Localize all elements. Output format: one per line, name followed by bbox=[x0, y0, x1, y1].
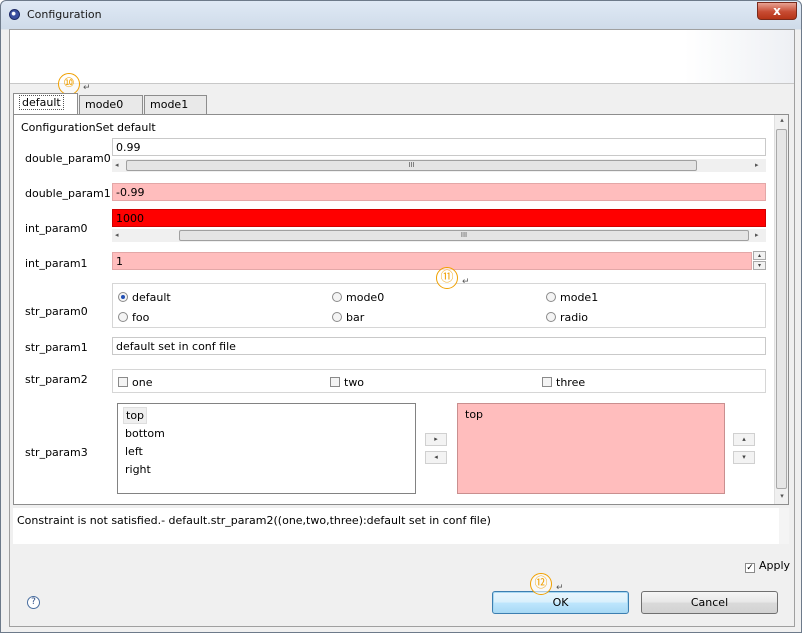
configuration-dialog: Configuration x ⑩ ↵ default mode0 mode1 … bbox=[0, 0, 802, 633]
parameter-panel: ConfigurationSet : default double_param0… bbox=[13, 114, 789, 505]
callout-11: ⑪ bbox=[436, 267, 458, 289]
scroll-left-icon[interactable]: ◂ bbox=[115, 159, 119, 172]
checkbox-icon bbox=[542, 377, 552, 387]
checkbox-three[interactable]: three bbox=[542, 376, 585, 389]
radio-radio[interactable]: radio bbox=[546, 311, 588, 324]
list-item[interactable]: top bbox=[123, 407, 148, 424]
int-param1-field[interactable]: 1 bbox=[112, 252, 752, 270]
tab-mode1[interactable]: mode1 bbox=[144, 95, 207, 114]
str-param2-check-group: one two three bbox=[112, 369, 766, 393]
slider-thumb[interactable]: III bbox=[179, 230, 749, 241]
scroll-down-icon[interactable]: ▾ bbox=[775, 492, 789, 500]
slider-thumb[interactable]: III bbox=[126, 160, 697, 171]
radio-label: radio bbox=[560, 311, 589, 324]
return-mark: ↵ bbox=[556, 583, 564, 593]
callout-10: ⑩ bbox=[58, 73, 80, 95]
radio-bar[interactable]: bar bbox=[332, 311, 364, 324]
checkbox-icon bbox=[330, 377, 340, 387]
radio-icon bbox=[118, 312, 128, 322]
double-param0-field[interactable]: 0.99 bbox=[112, 138, 766, 156]
scroll-right-icon[interactable]: ▸ bbox=[755, 229, 759, 242]
tab-label: mode0 bbox=[85, 98, 124, 111]
close-button[interactable]: x bbox=[757, 2, 797, 20]
str-param1-label: str_param1 bbox=[25, 341, 88, 354]
checkbox-one[interactable]: one bbox=[118, 376, 152, 389]
checkbox-label: three bbox=[556, 376, 586, 389]
message-area: Constraint is not satisfied.- default.st… bbox=[13, 508, 789, 544]
configuration-set-label: ConfigurationSet : bbox=[21, 121, 121, 134]
radio-label: foo bbox=[132, 311, 150, 324]
radio-label: bar bbox=[346, 311, 365, 324]
constraint-message: Constraint is not satisfied.- default.st… bbox=[17, 514, 491, 527]
double-param1-label: double_param1 bbox=[25, 187, 111, 200]
dialog-client: ⑩ ↵ default mode0 mode1 ConfigurationSet… bbox=[9, 29, 795, 627]
scroll-up-icon[interactable]: ▴ bbox=[775, 116, 789, 124]
checkbox-icon bbox=[118, 377, 128, 387]
radio-label: default bbox=[132, 291, 171, 304]
str-param3-label: str_param3 bbox=[25, 446, 88, 459]
list-item[interactable]: top bbox=[463, 407, 485, 422]
radio-mode0[interactable]: mode0 bbox=[332, 291, 384, 304]
int-param0-field[interactable]: 1000 bbox=[112, 209, 766, 227]
double-param0-label: double_param0 bbox=[25, 152, 111, 165]
radio-mode1[interactable]: mode1 bbox=[546, 291, 598, 304]
radio-icon bbox=[332, 312, 342, 322]
spin-up-icon[interactable]: ▴ bbox=[753, 251, 766, 260]
checkbox-label: one bbox=[132, 376, 153, 389]
checkbox-checked-icon: ✓ bbox=[745, 563, 755, 573]
radio-selected-icon bbox=[118, 292, 128, 302]
str-param0-radio-group: default mode0 mode1 foo bar radio bbox=[112, 283, 766, 328]
radio-label: mode1 bbox=[560, 291, 599, 304]
checkbox-two[interactable]: two bbox=[330, 376, 364, 389]
list-item[interactable]: left bbox=[123, 444, 145, 459]
int-param1-label: int_param1 bbox=[25, 257, 88, 270]
spin-down-icon[interactable]: ▾ bbox=[753, 261, 766, 270]
radio-icon bbox=[332, 292, 342, 302]
header-area bbox=[10, 30, 794, 84]
str-param2-label: str_param2 bbox=[25, 373, 88, 386]
move-down-button[interactable]: ▾ bbox=[733, 451, 755, 464]
list-item[interactable]: bottom bbox=[123, 426, 167, 441]
apply-label: Apply bbox=[759, 559, 791, 572]
message-scrollbar[interactable] bbox=[779, 508, 789, 544]
eclipse-icon bbox=[9, 9, 20, 20]
radio-label: mode0 bbox=[346, 291, 385, 304]
str-param1-field[interactable]: default set in conf file bbox=[112, 337, 766, 355]
tab-label: mode1 bbox=[150, 98, 189, 111]
radio-default[interactable]: default bbox=[118, 291, 171, 304]
radio-icon bbox=[546, 312, 556, 322]
scroll-right-icon[interactable]: ▸ bbox=[755, 159, 759, 172]
title-bar[interactable]: Configuration x bbox=[1, 1, 801, 29]
move-left-button[interactable]: ◂ bbox=[425, 451, 447, 464]
int-param0-label: int_param0 bbox=[25, 222, 88, 235]
move-right-button[interactable]: ▸ bbox=[425, 433, 447, 446]
scroll-left-icon[interactable]: ◂ bbox=[115, 229, 119, 242]
scrollbar-thumb[interactable] bbox=[776, 129, 787, 489]
help-icon[interactable]: ? bbox=[27, 596, 40, 609]
tab-default[interactable]: default bbox=[13, 93, 78, 114]
list-item[interactable]: right bbox=[123, 462, 153, 477]
tab-mode0[interactable]: mode0 bbox=[79, 95, 143, 114]
return-mark: ↵ bbox=[462, 277, 470, 287]
apply-checkbox[interactable]: ✓ Apply bbox=[745, 559, 790, 573]
int-param0-slider[interactable]: ◂ III ▸ bbox=[112, 229, 766, 242]
str-param0-label: str_param0 bbox=[25, 305, 88, 318]
double-param0-slider[interactable]: ◂ III ▸ bbox=[112, 159, 766, 172]
available-items-list[interactable]: top bottom left right bbox=[117, 403, 416, 494]
return-mark: ↵ bbox=[83, 83, 91, 93]
ok-button[interactable]: OK bbox=[492, 591, 629, 614]
window-title: Configuration bbox=[27, 8, 102, 21]
radio-icon bbox=[546, 292, 556, 302]
panel-vertical-scrollbar[interactable]: ▴ ▾ bbox=[774, 115, 788, 504]
callout-12: ⑫ bbox=[530, 573, 552, 595]
double-param1-field[interactable]: -0.99 bbox=[112, 183, 766, 201]
move-up-button[interactable]: ▴ bbox=[733, 433, 755, 446]
checkbox-label: two bbox=[344, 376, 365, 389]
tab-label: default bbox=[19, 95, 64, 110]
radio-foo[interactable]: foo bbox=[118, 311, 149, 324]
selected-items-list[interactable]: top bbox=[457, 403, 725, 494]
configuration-set-value: default bbox=[117, 121, 156, 134]
cancel-button[interactable]: Cancel bbox=[641, 591, 778, 614]
